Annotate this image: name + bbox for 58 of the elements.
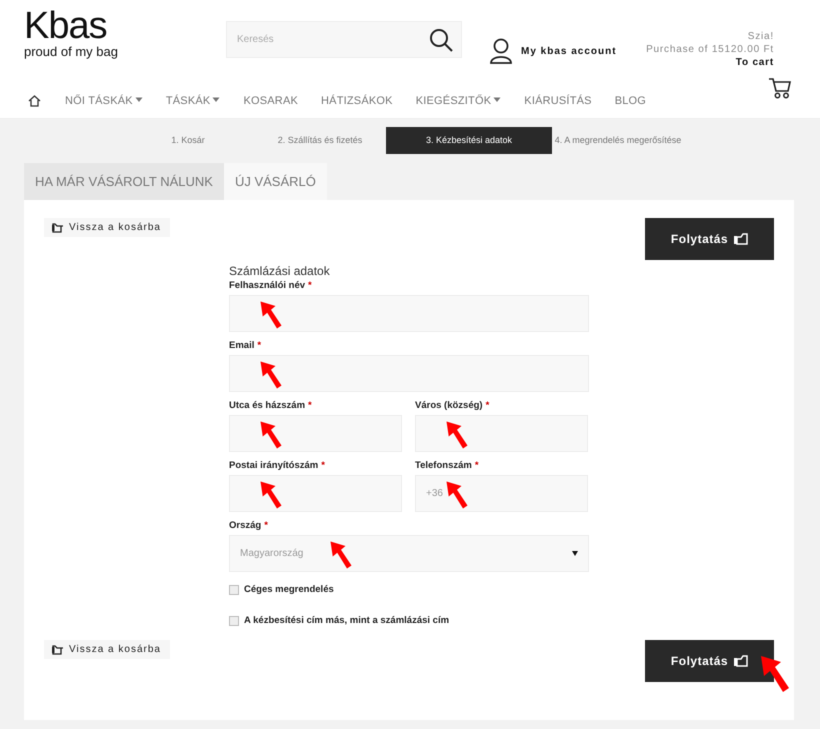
nav-item[interactable]: TÁSKÁK <box>166 95 220 107</box>
required-mark: * <box>474 460 479 471</box>
field-label: Email <box>229 340 254 351</box>
field-label: Telefonszám <box>415 460 472 471</box>
search-input[interactable]: Keresés <box>235 33 429 46</box>
user-icon[interactable] <box>490 38 512 64</box>
home-icon[interactable] <box>28 95 41 107</box>
caret-icon <box>212 96 220 102</box>
checkbox[interactable] <box>229 584 239 594</box>
logo-tagline: proud of my bag <box>24 44 119 59</box>
country-select[interactable]: Magyarország <box>229 535 589 572</box>
field-label: Utca és házszám <box>229 400 306 411</box>
caret-icon <box>134 96 143 102</box>
checkbox-label: Céges megrendelés <box>244 584 334 595</box>
field-label: Felhasználói név <box>229 280 306 291</box>
account-link[interactable]: My kbas account <box>521 46 617 56</box>
back-to-cart-button[interactable]: Vissza a kosárba <box>44 640 170 659</box>
cart-icon[interactable] <box>768 77 792 99</box>
customer-tab[interactable]: HA MÁR VÁSÁROLT NÁLUNK <box>24 163 224 200</box>
logo-wordmark[interactable]: Kbas <box>24 8 226 44</box>
input-field[interactable] <box>229 415 402 452</box>
required-mark: * <box>308 280 312 291</box>
field-label: Ország <box>229 520 262 531</box>
input-field[interactable] <box>229 355 589 392</box>
greeting-text: Szia! <box>748 30 774 43</box>
checkbox-label: A kézbesítési cím más, mint a számlázási cím <box>244 615 450 626</box>
nav-item[interactable]: KOSARAK <box>243 95 298 107</box>
required-mark: * <box>257 340 262 351</box>
checkout-step: 2. Szállítás és fizetés <box>254 127 386 154</box>
search-field[interactable]: Keresés <box>226 21 462 58</box>
caret-icon <box>493 96 502 102</box>
checkbox[interactable] <box>229 616 239 626</box>
field-label: Postai irányítószám <box>229 460 318 471</box>
search-icon[interactable] <box>429 28 453 52</box>
required-mark: * <box>264 520 268 531</box>
nav-item[interactable]: HÁTIZSÁKOK <box>321 95 393 107</box>
nav-item[interactable]: NŐI TÁSKÁK <box>65 95 143 107</box>
cart-summary: Purchase of 15120.00 Ft <box>646 43 774 56</box>
continue-button[interactable]: Folytatás <box>645 640 774 682</box>
required-mark: * <box>486 400 490 411</box>
nav-item[interactable]: KIEGÉSZITŐK <box>416 95 502 107</box>
input-field[interactable] <box>229 475 402 512</box>
back-to-cart-button[interactable]: Vissza a kosárba <box>44 218 170 237</box>
checkout-step: 4. A megrendelés megerősítése <box>552 127 684 154</box>
checkout-step: 1. Kosár <box>122 127 254 154</box>
input-field[interactable] <box>229 295 589 332</box>
input-field[interactable]: +36 <box>415 475 588 512</box>
field-label: Város (község) <box>415 400 483 411</box>
input-field[interactable] <box>415 415 588 452</box>
continue-button[interactable]: Folytatás <box>645 218 774 260</box>
customer-tab[interactable]: ÚJ VÁSÁRLÓ <box>224 163 327 200</box>
cart-link[interactable]: To cart <box>736 56 774 69</box>
nav-item[interactable]: KIÁRUSÍTÁS <box>524 95 592 107</box>
checkout-step: 3. Kézbesítési adatok <box>386 127 552 154</box>
required-mark: * <box>308 400 312 411</box>
required-mark: * <box>321 460 325 471</box>
form-title: Számlázási adatok <box>229 264 331 278</box>
nav-item[interactable]: BLOG <box>614 95 646 107</box>
